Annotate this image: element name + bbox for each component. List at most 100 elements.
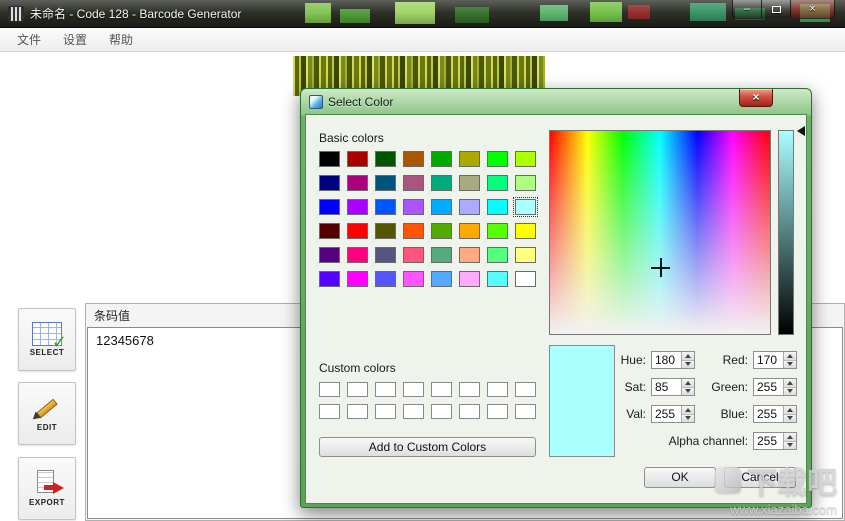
green-spinbox[interactable]: 255 (753, 378, 797, 396)
color-swatch[interactable] (515, 247, 536, 263)
dialog-close-button[interactable]: × (739, 89, 773, 107)
color-swatch[interactable] (347, 382, 368, 397)
color-swatch[interactable] (375, 199, 396, 215)
menu-settings[interactable]: 设置 (52, 28, 98, 51)
color-swatch[interactable] (319, 223, 340, 239)
app-icon (8, 5, 24, 22)
spin-down-button[interactable] (784, 414, 796, 422)
color-swatch[interactable] (347, 404, 368, 419)
color-swatch[interactable] (403, 175, 424, 191)
color-swatch[interactable] (459, 247, 480, 263)
dialog-icon (309, 94, 323, 109)
dialog-titlebar[interactable]: Select Color (305, 89, 807, 114)
color-swatch[interactable] (487, 247, 508, 263)
blue-spinbox[interactable]: 255 (753, 405, 797, 423)
color-swatch[interactable] (347, 151, 368, 167)
color-swatch[interactable] (487, 404, 508, 419)
color-swatch[interactable] (403, 382, 424, 397)
spin-down-button[interactable] (784, 387, 796, 395)
hue-saturation-picker[interactable] (549, 130, 771, 335)
spin-up-button[interactable] (784, 406, 796, 415)
color-swatch[interactable] (431, 382, 452, 397)
color-swatch[interactable] (347, 223, 368, 239)
value-slider[interactable] (778, 130, 794, 335)
color-swatch[interactable] (375, 223, 396, 239)
color-swatch[interactable] (347, 271, 368, 287)
spin-down-button[interactable] (784, 360, 796, 368)
menu-help[interactable]: 帮助 (98, 28, 144, 51)
color-swatch[interactable] (515, 223, 536, 239)
color-swatch[interactable] (487, 151, 508, 167)
color-swatch[interactable] (487, 199, 508, 215)
maximize-button[interactable] (762, 0, 791, 19)
edit-tool-button[interactable]: EDIT (18, 382, 76, 445)
color-swatch[interactable] (515, 404, 536, 419)
color-swatch[interactable] (375, 175, 396, 191)
color-swatch[interactable] (319, 247, 340, 263)
spin-down-button[interactable] (784, 441, 796, 449)
ok-button[interactable]: OK (644, 467, 716, 488)
picker-crosshair-icon[interactable] (651, 258, 670, 277)
color-swatch[interactable] (515, 175, 536, 191)
spin-up-button[interactable] (784, 352, 796, 361)
color-swatch[interactable] (403, 247, 424, 263)
color-swatch[interactable] (431, 151, 452, 167)
color-swatch[interactable] (431, 175, 452, 191)
color-swatch[interactable] (515, 271, 536, 287)
color-swatch[interactable] (487, 175, 508, 191)
color-swatch[interactable] (319, 199, 340, 215)
color-swatch[interactable] (431, 271, 452, 287)
select-tool-button[interactable]: ✓ SELECT (18, 308, 76, 371)
color-swatch[interactable] (319, 271, 340, 287)
red-field: Red: 170 (653, 351, 797, 369)
basic-colors-grid (319, 151, 538, 287)
color-swatch[interactable] (431, 247, 452, 263)
close-button[interactable]: × (791, 0, 835, 19)
color-swatch[interactable] (431, 404, 452, 419)
color-swatch[interactable] (347, 247, 368, 263)
color-swatch[interactable] (459, 199, 480, 215)
menu-file[interactable]: 文件 (6, 28, 52, 51)
color-swatch[interactable] (459, 404, 480, 419)
minimize-button[interactable]: – (732, 0, 762, 19)
color-swatch[interactable] (487, 271, 508, 287)
color-swatch[interactable] (375, 382, 396, 397)
color-swatch[interactable] (347, 199, 368, 215)
color-swatch[interactable] (347, 175, 368, 191)
color-swatch[interactable] (375, 271, 396, 287)
color-swatch[interactable] (319, 151, 340, 167)
color-swatch[interactable] (319, 175, 340, 191)
color-swatch[interactable] (375, 404, 396, 419)
cancel-button[interactable]: Cancel (724, 467, 796, 488)
color-swatch[interactable] (403, 151, 424, 167)
export-icon (32, 470, 64, 496)
spin-up-button[interactable] (784, 379, 796, 388)
color-swatch[interactable] (319, 382, 340, 397)
color-swatch[interactable] (459, 382, 480, 397)
color-swatch[interactable] (513, 197, 538, 217)
color-swatch[interactable] (459, 151, 480, 167)
color-swatch[interactable] (403, 271, 424, 287)
spin-up-button[interactable] (784, 433, 796, 442)
color-swatch[interactable] (515, 382, 536, 397)
color-swatch[interactable] (515, 151, 536, 167)
color-swatch[interactable] (487, 382, 508, 397)
color-swatch[interactable] (459, 223, 480, 239)
color-swatch[interactable] (319, 404, 340, 419)
main-window-titlebar[interactable]: 未命名 - Code 128 - Barcode Generator – × (0, 0, 845, 28)
color-swatch[interactable] (431, 199, 452, 215)
color-swatch[interactable] (403, 404, 424, 419)
color-swatch[interactable] (375, 247, 396, 263)
color-swatch[interactable] (459, 271, 480, 287)
color-swatch[interactable] (459, 175, 480, 191)
add-to-custom-colors-button[interactable]: Add to Custom Colors (319, 437, 536, 457)
slider-arrow-icon[interactable] (797, 126, 805, 136)
color-swatch[interactable] (487, 223, 508, 239)
export-tool-button[interactable]: EXPORT (18, 457, 76, 520)
color-swatch[interactable] (431, 223, 452, 239)
color-swatch[interactable] (403, 199, 424, 215)
color-swatch[interactable] (403, 223, 424, 239)
red-spinbox[interactable]: 170 (753, 351, 797, 369)
color-swatch[interactable] (375, 151, 396, 167)
alpha-spinbox[interactable]: 255 (753, 432, 797, 450)
